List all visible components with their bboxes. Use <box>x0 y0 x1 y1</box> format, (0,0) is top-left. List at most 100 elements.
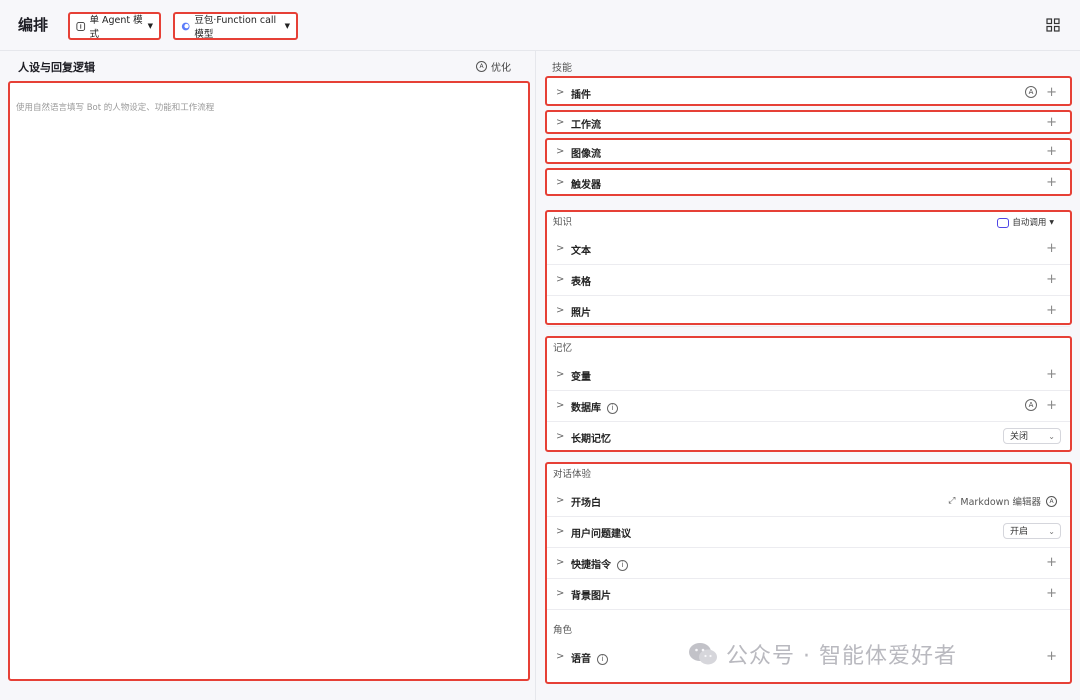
dialog-row-background[interactable]: > 背景图片 + <box>547 579 1070 610</box>
knowledge-table-label: 表格 <box>571 277 591 288</box>
add-table-icon[interactable]: + <box>1046 272 1057 287</box>
chevron-right-icon: > <box>556 146 565 157</box>
longterm-select[interactable]: 关闭 ⌄ <box>1003 428 1061 444</box>
info-icon[interactable]: i <box>607 402 618 414</box>
add-photo-icon[interactable]: + <box>1046 303 1057 318</box>
knowledge-label: 知识 <box>553 217 573 228</box>
chevron-right-icon: > <box>556 651 565 662</box>
imageflow-label: 图像流 <box>571 149 601 160</box>
dialog-section-label: 对话体验 <box>553 469 592 480</box>
knowledge-section-label: 知识 自动调用 ▼ <box>547 212 1070 234</box>
info-icon[interactable]: i <box>597 653 608 665</box>
memory-row-variable[interactable]: > 变量 + <box>547 360 1070 391</box>
persona-editor[interactable]: 使用自然语言填写 Bot 的人物设定、功能和工作流程 <box>8 81 530 681</box>
chevron-right-icon: > <box>556 305 565 316</box>
optimize-label: 优化 <box>491 63 511 74</box>
dialog-row-opening[interactable]: > 开场白 ⤢ Markdown 编辑器 A <box>547 486 1070 517</box>
auto-call-label: 自动调用 <box>1012 218 1047 228</box>
longterm-select-value: 关闭 <box>1010 432 1029 442</box>
knowledge-text-label: 文本 <box>571 246 591 257</box>
optimize-button[interactable]: A 优化 <box>476 59 511 74</box>
watermark-text: 公众号 · 智能体爱好者 <box>726 644 957 669</box>
chevron-right-icon: > <box>556 177 565 188</box>
watermark: 公众号 · 智能体爱好者 <box>688 638 957 670</box>
chevron-right-icon: > <box>556 557 565 568</box>
info-icon[interactable]: i <box>617 559 628 571</box>
caret-down-icon: ▼ <box>284 22 290 30</box>
agent-mode-dropdown[interactable]: 单 Agent 模式 ▼ <box>68 12 161 40</box>
model-dropdown[interactable]: 豆包·Function call模型 ▼ <box>173 12 298 40</box>
config-panel: 技能 > 插件 A + > 工作流 + > 图像流 + > 触发器 + 知识 自… <box>536 51 1080 700</box>
chevron-down-icon: ⌄ <box>1048 527 1055 536</box>
auto-icon: A <box>476 61 487 72</box>
add-database-icon[interactable]: + <box>1046 398 1057 413</box>
auto-icon[interactable]: A <box>1025 399 1037 411</box>
memory-row-longterm[interactable]: > 长期记忆 关闭 ⌄ <box>547 422 1070 452</box>
memory-row-database[interactable]: > 数据库 i A + <box>547 391 1070 422</box>
longterm-label: 长期记忆 <box>571 434 611 445</box>
model-label: 豆包·Function call模型 <box>194 15 277 40</box>
plugin-label: 插件 <box>571 90 591 101</box>
chevron-right-icon: > <box>556 526 565 537</box>
shortcut-label: 快捷指令 <box>571 560 611 571</box>
trigger-row[interactable]: > 触发器 + <box>545 168 1072 196</box>
auto-icon[interactable]: A <box>1025 86 1037 98</box>
knowledge-row-photo[interactable]: > 照片 + <box>547 296 1070 327</box>
skills-section-label: 技能 <box>552 63 572 74</box>
page-title: 编排 <box>18 16 49 34</box>
persona-title: 人设与回复逻辑 <box>18 61 95 74</box>
editor-placeholder: 使用自然语言填写 Bot 的人物设定、功能和工作流程 <box>16 103 215 113</box>
dialog-row-shortcut[interactable]: > 快捷指令 i + <box>547 548 1070 579</box>
suggestion-select[interactable]: 开启 ⌄ <box>1003 523 1061 539</box>
wechat-logo-icon <box>689 643 717 665</box>
add-imageflow-icon[interactable]: + <box>1046 144 1057 159</box>
chevron-down-icon: ⌄ <box>1048 432 1055 441</box>
add-background-icon[interactable]: + <box>1046 586 1057 601</box>
add-voice-icon[interactable]: + <box>1046 649 1057 664</box>
workflow-row[interactable]: > 工作流 + <box>545 110 1072 134</box>
chevron-right-icon: > <box>556 274 565 285</box>
suggestion-label: 用户问题建议 <box>571 529 631 540</box>
agent-mode-label: 单 Agent 模式 <box>89 15 143 40</box>
caret-down-icon: ▼ <box>147 22 153 30</box>
workflow-label: 工作流 <box>571 120 601 131</box>
knowledge-row-table[interactable]: > 表格 + <box>547 265 1070 296</box>
imageflow-row[interactable]: > 图像流 + <box>545 138 1072 164</box>
chevron-right-icon: > <box>556 369 565 380</box>
agent-icon <box>76 21 86 31</box>
doubao-logo-icon <box>181 22 190 30</box>
add-variable-icon[interactable]: + <box>1046 367 1057 382</box>
plugin-row[interactable]: > 插件 A + <box>545 76 1072 106</box>
voice-label-wrap: 语音 i <box>571 650 608 665</box>
chevron-right-icon: > <box>556 243 565 254</box>
chevron-right-icon: > <box>556 431 565 442</box>
database-label: 数据库 <box>571 403 601 414</box>
chevron-right-icon: > <box>556 495 565 506</box>
variable-label: 变量 <box>571 372 591 383</box>
suggestion-select-value: 开启 <box>1010 527 1029 537</box>
shortcut-label-wrap: 快捷指令 i <box>571 556 628 571</box>
chevron-right-icon: > <box>556 588 565 599</box>
memory-section-label: 记忆 <box>553 343 573 354</box>
add-plugin-icon[interactable]: + <box>1046 85 1057 100</box>
chevron-right-icon: > <box>556 400 565 411</box>
dialog-row-suggestion[interactable]: > 用户问题建议 开启 ⌄ <box>547 517 1070 548</box>
knowledge-photo-label: 照片 <box>571 308 591 319</box>
add-trigger-icon[interactable]: + <box>1046 175 1057 190</box>
markdown-editor-label: Markdown 编辑器 <box>960 497 1041 508</box>
layout-grid-icon[interactable] <box>1046 18 1060 32</box>
header: 编排 单 Agent 模式 ▼ 豆包·Function call模型 ▼ <box>0 0 1080 51</box>
markdown-editor-button[interactable]: ⤢ Markdown 编辑器 A <box>948 494 1057 508</box>
voice-label: 语音 <box>571 654 591 665</box>
chevron-right-icon: > <box>556 87 565 98</box>
add-shortcut-icon[interactable]: + <box>1046 555 1057 570</box>
add-workflow-icon[interactable]: + <box>1046 115 1057 130</box>
auto-call-dropdown[interactable]: 自动调用 ▼ <box>997 212 1054 234</box>
persona-panel: 人设与回复逻辑 A 优化 使用自然语言填写 Bot 的人物设定、功能和工作流程 <box>0 51 536 700</box>
opening-label: 开场白 <box>571 498 601 509</box>
add-text-icon[interactable]: + <box>1046 241 1057 256</box>
auto-icon: A <box>1046 495 1057 507</box>
knowledge-row-text[interactable]: > 文本 + <box>547 234 1070 265</box>
expand-icon: ⤢ <box>948 496 956 506</box>
